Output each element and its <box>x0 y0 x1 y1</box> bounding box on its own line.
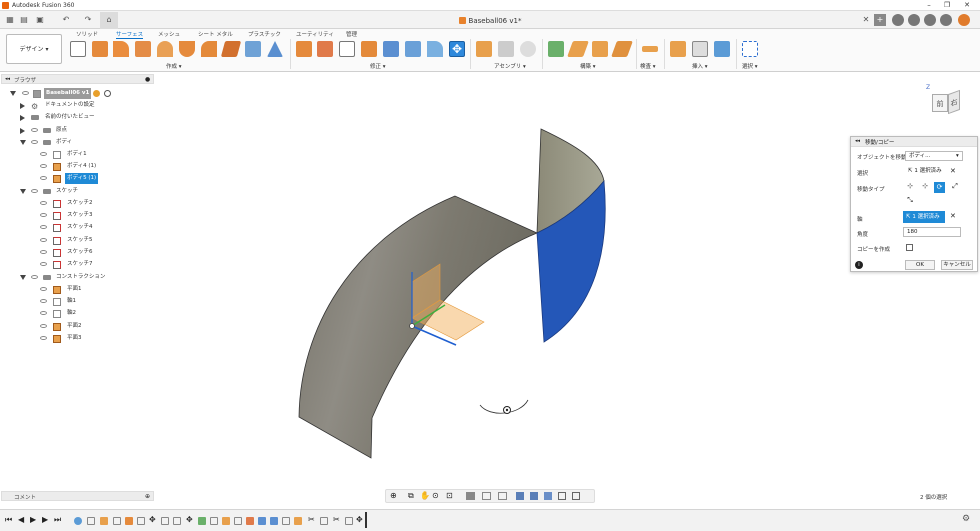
axis-label: 軸 <box>857 217 863 223</box>
pan-icon[interactable]: ✋ <box>420 491 430 500</box>
timeline-feature[interactable]: ✂ <box>333 515 341 524</box>
timeline-feature[interactable] <box>258 517 266 525</box>
clear-axis-icon[interactable]: ✕ <box>950 212 956 220</box>
timeline-feature[interactable]: ✥ <box>356 515 364 524</box>
add-comment-icon[interactable]: ⊕ <box>145 493 150 500</box>
timeline-feature[interactable]: ✥ <box>186 515 194 524</box>
timeline-feature[interactable] <box>87 517 95 525</box>
object-visibility-icon[interactable] <box>558 492 566 500</box>
timeline-feature[interactable] <box>173 517 181 525</box>
timeline-feature[interactable] <box>198 517 206 525</box>
camera-icon[interactable] <box>572 492 580 500</box>
environment-icon[interactable] <box>530 492 538 500</box>
timeline-feature[interactable] <box>246 517 254 525</box>
effects-icon[interactable] <box>544 492 552 500</box>
select-label: 選択 <box>857 171 869 177</box>
selection-field[interactable]: ⇱ 1 選択済み <box>905 167 943 177</box>
object-select-value: ボディ... <box>909 153 931 159</box>
step-back-icon[interactable]: ◀ <box>18 515 24 524</box>
timeline-feature[interactable] <box>345 517 353 525</box>
comments-label: コメント <box>14 495 37 501</box>
timeline-feature[interactable]: ✥ <box>149 515 157 524</box>
timeline: ⏮ ◀ ▶ ▶ ⏭ ✥ ✥ ✂ ✂ ✥ ⚙ <box>0 509 980 531</box>
move-type-label: 移動タイプ <box>857 187 885 193</box>
dialog-title: 移動/コピー <box>865 140 895 146</box>
timeline-feature[interactable] <box>100 517 108 525</box>
timeline-feature[interactable] <box>113 517 121 525</box>
ok-button[interactable]: OK <box>905 260 935 270</box>
timeline-feature[interactable] <box>320 517 328 525</box>
step-forward-icon[interactable]: ▶ <box>42 515 48 524</box>
dialog-header: ◂◂ 移動/コピー <box>851 137 977 147</box>
timeline-settings-icon[interactable]: ⚙ <box>962 514 970 524</box>
zoom-icon[interactable]: ⊙ <box>432 491 439 500</box>
timeline-feature[interactable] <box>74 517 82 525</box>
viewport-canvas[interactable] <box>0 0 980 531</box>
timeline-feature[interactable] <box>137 517 145 525</box>
selection-count: 1 選択済み <box>914 168 942 174</box>
viewcube-right[interactable]: 右 <box>948 89 960 115</box>
object-label: オブジェクトを移動 <box>857 155 907 161</box>
point-to-point-icon[interactable]: ⤢ <box>950 182 960 192</box>
timeline-feature[interactable] <box>125 517 133 525</box>
orbit-icon[interactable]: ⊕ <box>390 491 397 500</box>
viewcube-front[interactable]: 前 <box>932 94 948 112</box>
chevron-down-icon: ▾ <box>956 153 959 159</box>
timeline-feature[interactable] <box>161 517 169 525</box>
timeline-feature[interactable] <box>282 517 290 525</box>
fit-icon[interactable]: ⊡ <box>446 491 453 500</box>
grid-icon[interactable] <box>482 492 491 500</box>
go-to-start-icon[interactable]: ⏮ <box>5 515 12 525</box>
axis-selection-field[interactable]: ⇱ 1 選択済み <box>903 211 945 223</box>
viewcube[interactable]: Z 前 右 <box>922 84 972 128</box>
free-move-icon[interactable]: ⊹ <box>905 182 915 192</box>
collapse-icon[interactable]: ◂◂ <box>855 138 860 144</box>
cancel-button[interactable]: キャンセル <box>941 260 973 270</box>
selection-status: 2 個の選択 <box>920 495 948 501</box>
rotate-icon[interactable]: ⟳ <box>934 182 945 193</box>
angle-input[interactable]: 180 <box>903 227 961 237</box>
timeline-feature[interactable] <box>210 517 218 525</box>
point-to-position-icon[interactable]: ⤡ <box>905 196 915 206</box>
object-select[interactable]: ボディ... ▾ <box>905 151 963 161</box>
angle-label: 角度 <box>857 232 869 238</box>
display-settings-icon[interactable] <box>466 492 475 500</box>
create-copy-checkbox[interactable] <box>906 244 913 251</box>
viewcube-z-label: Z <box>926 84 931 91</box>
translate-icon[interactable]: ⊹ <box>920 182 930 192</box>
navigation-toolbar: ⊕ ⧉ ✋ ⊙ ⊡ <box>385 489 595 503</box>
model-surface-grey[interactable] <box>298 195 539 459</box>
timeline-feature[interactable] <box>234 517 242 525</box>
viewports-icon[interactable] <box>498 492 507 500</box>
create-copy-label: コピーを作成 <box>857 247 891 253</box>
visual-style-icon[interactable] <box>516 492 524 500</box>
timeline-marker[interactable] <box>365 512 367 528</box>
timeline-feature[interactable]: ✂ <box>308 515 316 524</box>
go-to-end-icon[interactable]: ⏭ <box>54 515 61 525</box>
clear-selection-icon[interactable]: ✕ <box>950 167 956 175</box>
axis-selection-count: 1 選択済み <box>912 214 940 220</box>
timeline-feature[interactable] <box>270 517 278 525</box>
move-copy-dialog: ◂◂ 移動/コピー オブジェクトを移動 ボディ... ▾ 選択 ⇱ 1 選択済み… <box>850 136 978 272</box>
info-icon[interactable]: i <box>855 261 863 269</box>
play-icon[interactable]: ▶ <box>30 515 36 524</box>
look-at-icon[interactable]: ⧉ <box>408 491 414 501</box>
timeline-feature[interactable] <box>294 517 302 525</box>
comments-panel[interactable]: コメント ⊕ <box>1 491 154 501</box>
timeline-feature[interactable] <box>222 517 230 525</box>
